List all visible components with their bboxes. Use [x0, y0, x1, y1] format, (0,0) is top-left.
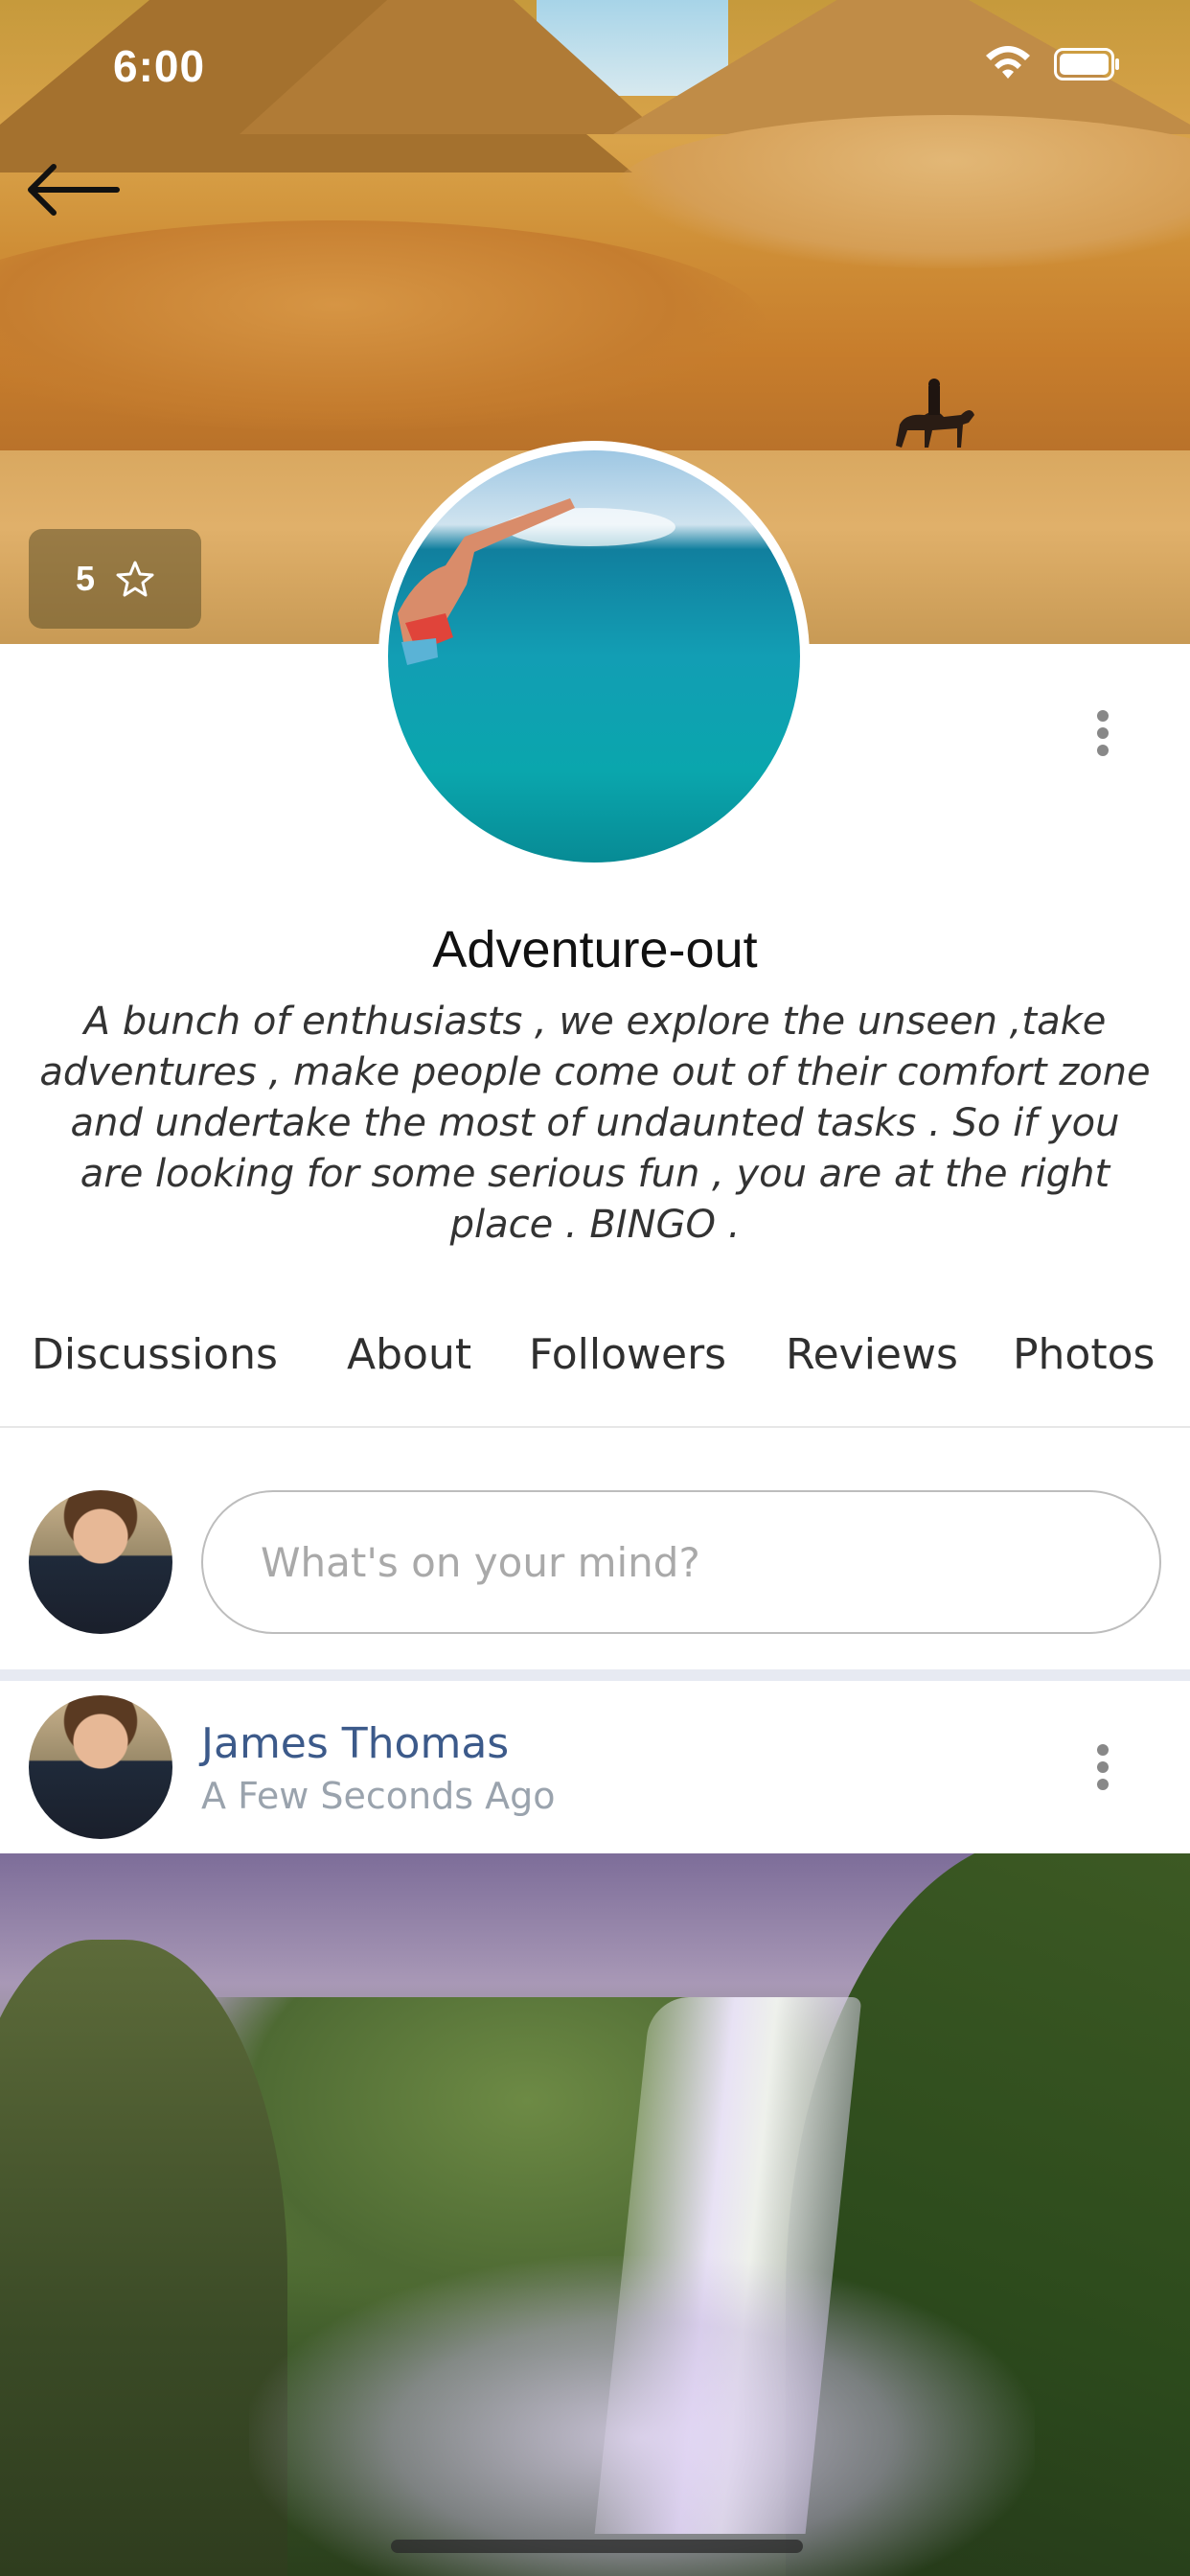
rating-value: 5 — [75, 559, 96, 598]
profile-tabs: Discussions About Followers Reviews Phot… — [0, 1313, 1190, 1428]
tab-about[interactable]: About — [347, 1330, 471, 1379]
group-avatar[interactable] — [378, 441, 810, 872]
status-input[interactable] — [201, 1490, 1161, 1634]
dots-vertical-icon — [1097, 710, 1109, 722]
star-icon — [116, 561, 154, 597]
post-author-avatar[interactable] — [29, 1695, 172, 1839]
dots-vertical-icon — [1097, 1744, 1109, 1756]
post-composer — [0, 1428, 1190, 1669]
group-description: A bunch of enthusiasts , we explore the … — [39, 1000, 1151, 1247]
group-profile-screen: 6:00 5 Adventure-out A bunch of enthusia… — [0, 0, 1190, 2576]
back-button[interactable] — [21, 153, 126, 226]
post-timestamp: A Few Seconds Ago — [201, 1775, 556, 1817]
tab-followers[interactable]: Followers — [529, 1330, 726, 1379]
camel-rider-figure — [896, 379, 974, 448]
post-image[interactable] — [0, 1853, 1190, 2576]
wifi-icon — [986, 46, 1030, 79]
post-header: James Thomas A Few Seconds Ago — [0, 1681, 1190, 1853]
section-divider — [0, 1669, 1190, 1681]
tab-photos[interactable]: Photos — [1013, 1330, 1155, 1379]
home-indicator[interactable] — [391, 2540, 803, 2553]
tab-discussions[interactable]: Discussions — [32, 1330, 278, 1379]
post-author-name[interactable]: James Thomas — [201, 1719, 509, 1768]
tab-reviews[interactable]: Reviews — [786, 1330, 958, 1379]
current-user-avatar[interactable] — [29, 1490, 172, 1634]
status-bar: 6:00 — [0, 0, 1190, 126]
diver-figure — [398, 498, 575, 665]
more-options-button[interactable] — [1083, 704, 1123, 771]
rating-badge[interactable]: 5 — [29, 529, 201, 629]
post-more-options-button[interactable] — [1083, 1738, 1123, 1806]
group-name: Adventure-out — [432, 921, 758, 978]
battery-icon — [1054, 48, 1119, 80]
status-time: 6:00 — [113, 41, 206, 91]
arrow-left-icon — [28, 164, 120, 216]
